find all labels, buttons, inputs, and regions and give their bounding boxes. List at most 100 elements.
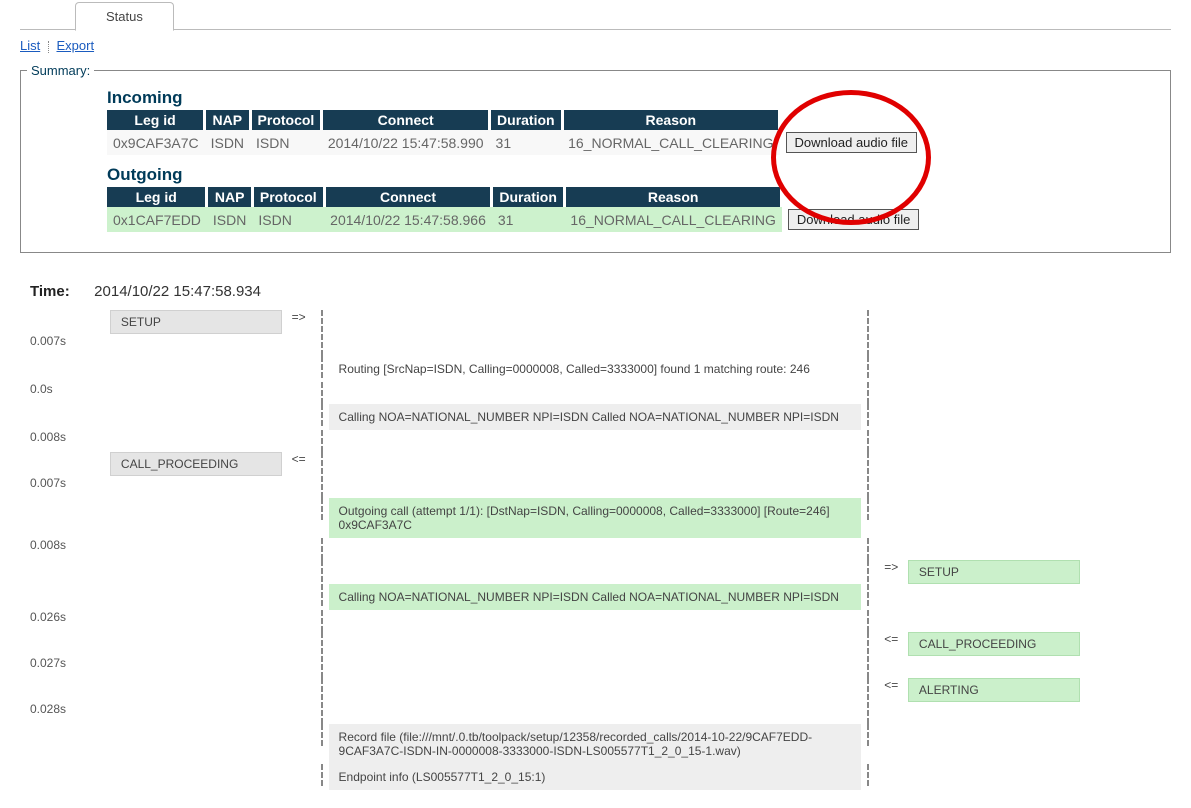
message-text: Calling NOA=NATIONAL_NUMBER NPI=ISDN Cal… [329,584,862,610]
trace-bar-left [315,310,328,334]
col-nap: NAP [205,110,250,130]
trace-right-arrow: => [875,560,908,584]
trace-left-event [110,724,282,764]
time-value: 2014/10/22 15:47:58.934 [94,283,261,300]
trace-bar-left [315,610,328,632]
trace-row: Record file (file:///mnt/.0.tb/toolpack/… [30,724,1080,764]
trace-right-event [908,656,1080,678]
trace-mid-message: Calling NOA=NATIONAL_NUMBER NPI=ISDN Cal… [329,404,862,430]
trace-row: 0.0s [30,382,1080,404]
incoming-table: Leg id NAP Protocol Connect Duration Rea… [107,110,924,155]
trace-mid-message [329,678,862,702]
trace-bar-right [861,382,874,404]
trace-bar-left [315,404,328,430]
incoming-section-title: Incoming [107,88,1164,108]
trace-left-arrow [282,356,315,382]
trace-right-arrow [875,702,908,724]
trace-bar-left [315,498,328,538]
outgoing-section-title: Outgoing [107,165,1164,185]
trace-right-event [908,538,1080,560]
trace-bar-left [315,632,328,656]
trace-bar-right [861,632,874,656]
outgoing-table: Leg id NAP Protocol Connect Duration Rea… [107,187,927,232]
trace-row: 0.007s [30,334,1080,356]
trace-left-event [110,702,282,724]
trace-bar-right [861,430,874,452]
trace-right-arrow [875,538,908,560]
trace-right-arrow [875,310,908,334]
trace-left-arrow [282,610,315,632]
trace-bar-left [315,724,328,764]
trace-timestamp [30,724,110,764]
download-audio-incoming-button[interactable]: Download audio file [786,132,917,153]
trace-left-event [110,560,282,584]
message-text: Calling NOA=NATIONAL_NUMBER NPI=ISDN Cal… [329,404,862,430]
trace-mid-message [329,610,862,632]
trace-timestamp: 0.028s [30,702,110,724]
trace-mid-message [329,476,862,498]
col-download [780,110,923,130]
col-download [782,187,925,207]
trace-timestamp: 0.007s [30,476,110,498]
trace-mid-message [329,334,862,356]
trace-right-arrow [875,724,908,764]
trace-right-event [908,702,1080,724]
trace-left-event [110,382,282,404]
col-nap: NAP [207,187,252,207]
trace-bar-left [315,560,328,584]
trace-timestamp [30,498,110,538]
trace-mid-message [329,656,862,678]
trace-timestamp [30,452,110,476]
trace-mid-message: Record file (file:///mnt/.0.tb/toolpack/… [329,724,862,764]
trace-bar-right [861,476,874,498]
trace-right-arrow: <= [875,678,908,702]
trace-right-event [908,764,1080,790]
trace-mid-message [329,702,862,724]
trace-row: 0.026s [30,610,1080,632]
trace-timestamp [30,632,110,656]
trace-left-arrow [282,430,315,452]
trace-left-arrow [282,584,315,610]
time-row: Time: 2014/10/22 15:47:58.934 [30,283,1191,300]
trace-row: 0.027s [30,656,1080,678]
trace-timestamp: 0.008s [30,538,110,560]
trace-timestamp [30,356,110,382]
trace-left-arrow: <= [282,452,315,476]
trace-bar-left [315,656,328,678]
trace-bar-right [861,678,874,702]
table-header-row: Leg id NAP Protocol Connect Duration Rea… [107,110,923,130]
download-audio-outgoing-button[interactable]: Download audio file [788,209,919,230]
trace-mid-message [329,310,862,334]
trace-mid-message [329,538,862,560]
cell-nap: ISDN [207,207,252,232]
link-export[interactable]: Export [56,38,94,53]
tab-status[interactable]: Status [75,2,174,31]
trace-left-arrow [282,404,315,430]
trace-bar-right [861,404,874,430]
trace-left-event [110,656,282,678]
trace-left-arrow [282,476,315,498]
message-text: Record file (file:///mnt/.0.tb/toolpack/… [329,724,862,764]
trace-bar-right [861,334,874,356]
trace-bar-left [315,430,328,452]
trace-left-arrow [282,678,315,702]
trace-bar-left [315,584,328,610]
trace-right-event: ALERTING [908,678,1080,702]
col-leg-id: Leg id [107,110,205,130]
tab-bar: Status [20,0,1171,30]
trace-row: Routing [SrcNap=ISDN, Calling=0000008, C… [30,356,1080,382]
trace-bar-left [315,764,328,790]
cell-duration: 31 [490,130,563,155]
trace-bar-left [315,476,328,498]
trace-right-event [908,610,1080,632]
event-box: ALERTING [908,678,1080,702]
trace-left-event [110,610,282,632]
trace-right-arrow [875,452,908,476]
trace-right-arrow [875,382,908,404]
event-box: SETUP [908,560,1080,584]
summary-legend: Summary: [27,63,94,78]
trace-mid-message: Endpoint info (LS005577T1_2_0_15:1) [329,764,862,790]
link-list[interactable]: List [20,38,40,53]
trace-timestamp [30,584,110,610]
trace-mid-message [329,452,862,476]
